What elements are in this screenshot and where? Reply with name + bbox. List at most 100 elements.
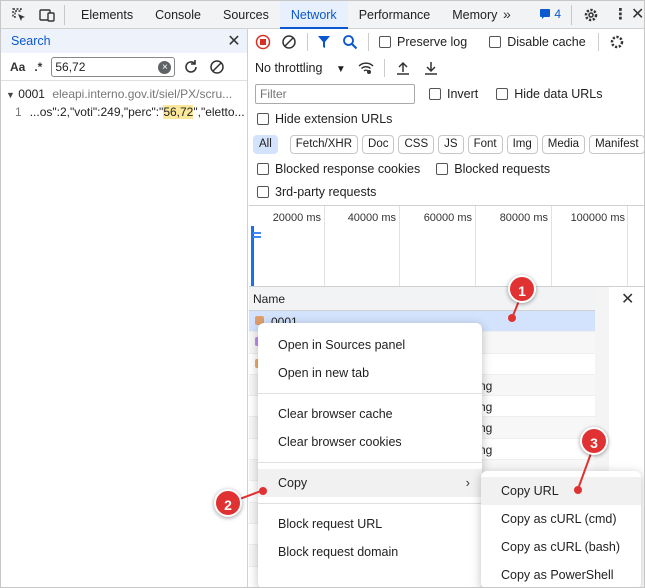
devtools-tab-bar: Elements Console Sources Network Perform… — [1, 1, 644, 29]
column-name-header[interactable]: Name — [253, 292, 285, 306]
third-party-checkbox[interactable] — [257, 186, 269, 198]
request-list-header: Name — [249, 287, 595, 311]
import-har-icon[interactable] — [395, 60, 411, 76]
result-match: 56,72 — [163, 105, 194, 119]
menu-item-block-request-url[interactable]: Block request URL — [258, 510, 482, 538]
timeline-gridline — [627, 206, 628, 286]
preserve-log-label: Preserve log — [397, 35, 468, 49]
third-party-row: 3rd-party requests — [249, 181, 644, 203]
tab-elements[interactable]: Elements — [70, 1, 144, 29]
toolbar-divider — [571, 5, 572, 25]
chip-doc[interactable]: Doc — [362, 134, 395, 154]
more-options-icon[interactable]: ⋮ — [613, 5, 628, 23]
close-search-icon[interactable]: ✕ — [221, 31, 247, 51]
expand-triangle-icon: ▼ — [6, 90, 15, 100]
search-input[interactable]: 56,72 × — [51, 56, 176, 77]
clear-search-icon[interactable]: × — [158, 60, 172, 74]
devtools-window: Elements Console Sources Network Perform… — [0, 0, 645, 588]
network-settings-icon[interactable] — [609, 34, 625, 50]
menu-item-copy-url[interactable]: Copy URL — [481, 477, 641, 505]
tab-console[interactable]: Console — [144, 1, 212, 29]
filter-input[interactable] — [255, 84, 415, 104]
menu-divider — [258, 503, 482, 504]
filter-funnel-icon[interactable] — [316, 34, 332, 50]
hide-extension-urls-checkbox[interactable] — [257, 113, 269, 125]
chip-all[interactable]: All — [253, 134, 278, 154]
disable-cache-label: Disable cache — [507, 35, 586, 49]
result-text-after: ","eletto... — [193, 105, 245, 119]
callout-badge-1: 1 — [508, 275, 536, 303]
timeline-label: 100000 ms — [570, 212, 625, 224]
clear-results-icon[interactable] — [209, 59, 225, 75]
chip-media[interactable]: Media — [541, 134, 586, 154]
network-overview-timeline[interactable]: 20000 ms 40000 ms 60000 ms 80000 ms 1000… — [249, 205, 644, 287]
menu-item-clear-browser-cache[interactable]: Clear browser cache — [258, 400, 482, 428]
close-devtools-icon[interactable]: ✕ — [631, 4, 644, 24]
tab-performance[interactable]: Performance — [348, 1, 442, 29]
network-toolbar: Preserve log Disable cache — [249, 29, 644, 55]
inspect-element-icon[interactable] — [11, 7, 27, 23]
toolbar-divider — [64, 5, 65, 25]
match-case-toggle[interactable]: Aa — [10, 60, 25, 74]
timeline-request-bar — [253, 236, 261, 238]
request-context-menu: Open in Sources panel Open in new tab Cl… — [258, 323, 482, 587]
menu-item-clear-browser-cookies[interactable]: Clear browser cookies — [258, 428, 482, 456]
callout-anchor-dot — [259, 487, 267, 495]
clear-log-icon[interactable] — [281, 34, 297, 50]
menu-item-open-in-sources[interactable]: Open in Sources panel — [258, 331, 482, 359]
tab-memory[interactable]: Memory — [441, 1, 508, 29]
issues-count: 4 — [554, 7, 562, 21]
network-conditions-icon[interactable] — [358, 60, 374, 76]
chip-font[interactable]: Font — [467, 134, 503, 154]
export-har-icon[interactable] — [423, 60, 439, 76]
hide-data-urls-checkbox[interactable] — [496, 88, 509, 100]
hide-data-urls-label: Hide data URLs — [514, 87, 603, 101]
more-tabs-icon[interactable]: » — [503, 6, 511, 22]
callout-badge-2: 2 — [214, 489, 242, 517]
timeline-request-bar — [253, 232, 261, 234]
throttling-select[interactable]: No throttling ▼ — [255, 61, 346, 75]
menu-item-copy-as-curl-cmd[interactable]: Copy as cURL (cmd) — [481, 505, 641, 533]
tab-network[interactable]: Network — [279, 1, 348, 29]
search-result-file[interactable]: ▼ 0001 eleapi.interno.gov.it/siel/PX/scr… — [1, 87, 247, 105]
settings-gear-icon[interactable] — [583, 7, 599, 23]
preserve-log-checkbox[interactable] — [379, 36, 391, 48]
search-icon[interactable] — [342, 34, 358, 50]
timeline-label: 80000 ms — [499, 212, 548, 224]
menu-item-block-request-domain[interactable]: Block request domain — [258, 538, 482, 566]
issues-badge[interactable]: 4 — [539, 7, 561, 21]
search-panel-header: Search ✕ — [1, 29, 247, 53]
blocked-filter-row: Blocked response cookies Blocked request… — [249, 157, 644, 181]
disable-cache-checkbox[interactable] — [489, 36, 502, 48]
chip-manifest[interactable]: Manifest — [589, 134, 644, 154]
toolbar-divider — [368, 33, 369, 51]
extension-filter-row: Hide extension URLs — [249, 107, 644, 131]
refresh-icon[interactable] — [183, 59, 199, 75]
search-toolbar: Aa .* 56,72 × — [1, 53, 247, 81]
menu-item-copy[interactable]: Copy › — [258, 469, 482, 497]
chip-css[interactable]: CSS — [398, 134, 435, 154]
timeline-label: 60000 ms — [423, 212, 472, 224]
record-icon[interactable] — [255, 34, 271, 50]
blocked-cookies-checkbox[interactable] — [257, 163, 269, 175]
search-panel: Search ✕ Aa .* 56,72 × ▼ 0001 eleapi.int… — [1, 29, 248, 587]
toolbar-divider — [597, 33, 599, 51]
dropdown-arrow-icon: ▼ — [335, 64, 346, 75]
menu-item-copy-as-curl-bash[interactable]: Copy as cURL (bash) — [481, 533, 641, 561]
issues-icon — [540, 9, 550, 19]
menu-item-open-in-new-tab[interactable]: Open in new tab — [258, 359, 482, 387]
regex-toggle[interactable]: .* — [34, 60, 42, 74]
toolbar-divider — [307, 33, 308, 51]
search-query: 56,72 — [55, 59, 86, 74]
invert-checkbox[interactable] — [429, 88, 441, 100]
result-text-before: ...os":2,"voti":249,"perc":" — [29, 105, 164, 119]
chip-img[interactable]: Img — [506, 134, 538, 154]
blocked-requests-checkbox[interactable] — [436, 163, 449, 175]
device-toolbar-icon[interactable] — [39, 7, 55, 23]
tab-sources[interactable]: Sources — [212, 1, 280, 29]
search-result-line[interactable]: 1 ...os":2,"voti":249,"perc":"56,72","ele… — [1, 105, 247, 121]
close-details-icon[interactable]: ✕ — [621, 289, 634, 309]
chip-js[interactable]: JS — [438, 134, 464, 154]
menu-item-copy-as-powershell[interactable]: Copy as PowerShell — [481, 561, 641, 587]
chip-fetch-xhr[interactable]: Fetch/XHR — [289, 134, 359, 154]
